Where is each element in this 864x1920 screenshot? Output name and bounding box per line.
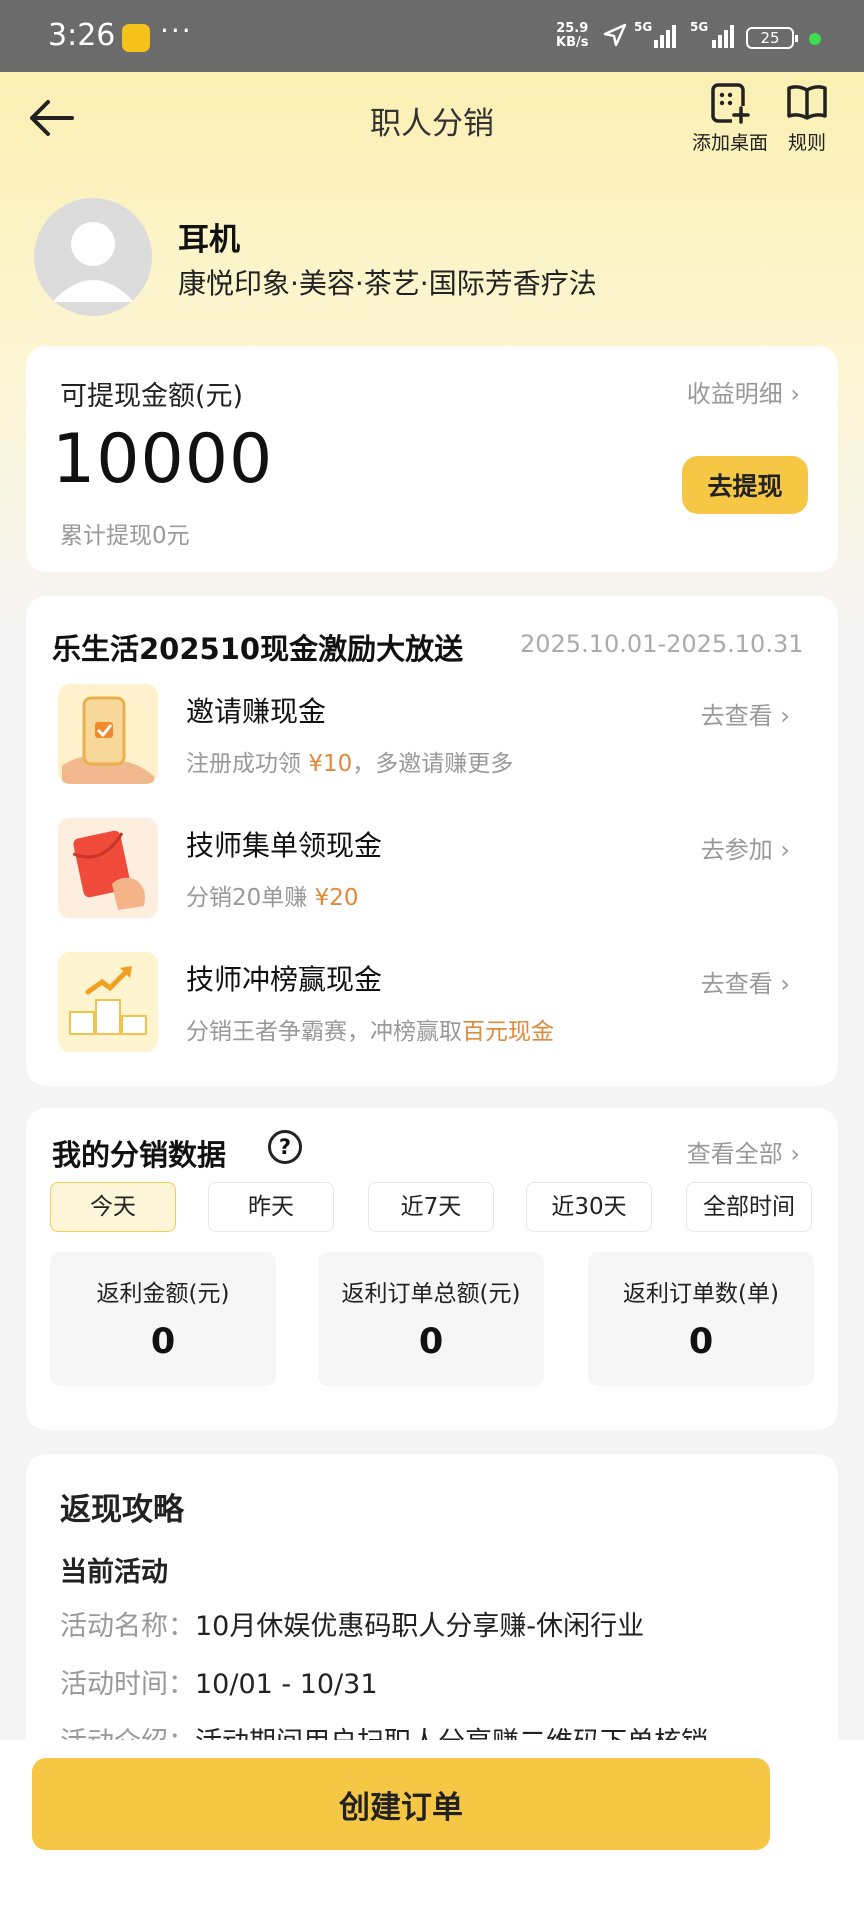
- promo-desc-highlight: ¥10: [308, 751, 353, 777]
- promo-item-collect-orders[interactable]: 技师集单领现金 分销20单赚 ¥20 去参加 ›: [26, 818, 838, 928]
- period-tab-today[interactable]: 今天: [50, 1182, 176, 1232]
- guide-subtitle: 当前活动: [60, 1557, 168, 1588]
- guide-title: 返现攻略: [60, 1492, 184, 1528]
- promo-desc-text: 分销20单赚: [186, 885, 315, 911]
- activity-name-key: 活动名称：: [60, 1611, 195, 1642]
- stat-label: 返利订单数(单): [623, 1281, 779, 1307]
- total-withdrawn: 累计提现0元: [60, 523, 190, 549]
- stat-label: 返利订单总额(元): [341, 1281, 521, 1307]
- withdrawable-amount: 10000: [52, 420, 274, 499]
- avatar[interactable]: [34, 198, 152, 316]
- stat-value: 0: [418, 1322, 444, 1362]
- status-time: 3:26: [48, 18, 116, 53]
- promo-item-desc: 注册成功领 ¥10，多邀请赚更多: [186, 744, 513, 778]
- promo-item-desc: 分销王者争霸赛，冲榜赢取百元现金: [186, 1012, 554, 1046]
- promo-desc-highlight: ¥20: [314, 885, 359, 911]
- promo-item-desc: 分销20单赚 ¥20: [186, 878, 358, 912]
- promo-item-ranking[interactable]: 技师冲榜赢现金 分销王者争霸赛，冲榜赢取百元现金 去查看 ›: [26, 952, 838, 1062]
- withdraw-button[interactable]: 去提现: [682, 456, 808, 514]
- withdrawable-label: 可提现金额(元): [60, 381, 244, 412]
- promo-item-name: 邀请赚现金: [186, 695, 327, 728]
- more-notifications-icon: ···: [160, 14, 193, 47]
- user-name: 耳机: [178, 222, 240, 258]
- stat-value: 0: [688, 1322, 714, 1362]
- location-arrow-icon: [602, 22, 628, 52]
- stats-title: 我的分销数据: [52, 1138, 227, 1172]
- promo-card: 乐生活202510现金激励大放送 2025.10.01-2025.10.31 邀…: [26, 596, 838, 1086]
- activity-time-value: 10/01 - 10/31: [195, 1669, 378, 1700]
- add-to-desktop-button[interactable]: 添加桌面: [682, 82, 778, 155]
- cashback-guide-card: 返现攻略 当前活动 活动名称：10月休娱优惠码职人分享赚-休闲行业 活动时间：1…: [26, 1454, 838, 1754]
- add-desktop-icon: [711, 83, 750, 124]
- earnings-detail-link[interactable]: 收益明细 ›: [687, 374, 800, 409]
- wallet-card: 可提现金额(元) 收益明细 › 10000 累计提现0元 去提现: [26, 346, 838, 572]
- add-desktop-label: 添加桌面: [691, 132, 768, 154]
- promo-item-name: 技师集单领现金: [186, 829, 383, 862]
- distribution-stats-card: 我的分销数据 ? 查看全部 › 今天 昨天 近7天 近30天 全部时间 返利金额…: [26, 1108, 838, 1430]
- promo-desc-text: ，多邀请赚更多: [352, 751, 514, 777]
- battery-icon: 25: [746, 27, 798, 49]
- activity-name-value: 10月休娱优惠码职人分享赚-休闲行业: [195, 1611, 645, 1642]
- period-tab-all-time[interactable]: 全部时间: [686, 1182, 812, 1232]
- period-tab-yesterday[interactable]: 昨天: [208, 1182, 334, 1232]
- period-tab-7-days[interactable]: 近7天: [368, 1182, 494, 1232]
- app-notification-icon: [122, 24, 150, 52]
- create-order-button[interactable]: 创建订单: [32, 1758, 770, 1850]
- promo-date-range: 2025.10.01-2025.10.31: [520, 630, 804, 658]
- signal-1-label: 5G: [634, 20, 653, 34]
- signal-1-icon: 5G: [634, 20, 676, 54]
- stat-rebate-amount: 返利金额(元) 0: [50, 1252, 276, 1386]
- promo-item-name: 技师冲榜赢现金: [186, 963, 383, 996]
- promo-item-link[interactable]: 去查看 ›: [701, 696, 790, 731]
- status-bar: 3:26 ··· 25.9 KB/s 5G 5G 25: [0, 0, 864, 72]
- network-speed-unit: KB/s: [556, 35, 589, 50]
- stat-value: 0: [150, 1322, 176, 1362]
- network-speed-value: 25.9: [556, 21, 589, 36]
- help-icon[interactable]: ?: [268, 1130, 302, 1164]
- promo-desc-text: 注册成功领: [186, 751, 309, 777]
- promo-title: 乐生活202510现金激励大放送: [52, 632, 464, 666]
- user-shop-categories: 康悦印象·美容·茶艺·国际芳香疗法: [178, 267, 597, 300]
- signal-2-icon: 5G: [690, 20, 736, 54]
- signal-2-label: 5G: [690, 20, 709, 34]
- period-tab-30-days[interactable]: 近30天: [526, 1182, 652, 1232]
- stat-rebate-order-count: 返利订单数(单) 0: [588, 1252, 814, 1386]
- promo-desc-text: 分销王者争霸赛，冲榜赢取: [186, 1019, 462, 1045]
- view-all-link[interactable]: 查看全部 ›: [687, 1134, 800, 1169]
- red-envelope-icon: [58, 818, 158, 918]
- activity-time-row: 活动时间：10/01 - 10/31: [60, 1662, 378, 1701]
- activity-name-row: 活动名称：10月休娱优惠码职人分享赚-休闲行业: [60, 1604, 644, 1643]
- podium-icon: [58, 952, 158, 1052]
- privacy-indicator-icon: [809, 33, 821, 45]
- activity-time-key: 活动时间：: [60, 1669, 195, 1700]
- promo-item-invite[interactable]: 邀请赚现金 注册成功领 ¥10，多邀请赚更多 去查看 ›: [26, 684, 838, 794]
- book-icon: [787, 85, 827, 120]
- rules-button[interactable]: 规则: [782, 82, 832, 155]
- network-speed: 25.9 KB/s: [556, 22, 588, 50]
- rules-label: 规则: [787, 132, 826, 154]
- phone-hand-icon: [58, 684, 158, 784]
- promo-item-link[interactable]: 去参加 ›: [701, 830, 790, 865]
- promo-desc-highlight: 百元现金: [462, 1019, 554, 1045]
- stat-label: 返利金额(元): [96, 1281, 230, 1307]
- promo-item-link[interactable]: 去查看 ›: [701, 964, 790, 999]
- stat-rebate-order-total: 返利订单总额(元) 0: [318, 1252, 544, 1386]
